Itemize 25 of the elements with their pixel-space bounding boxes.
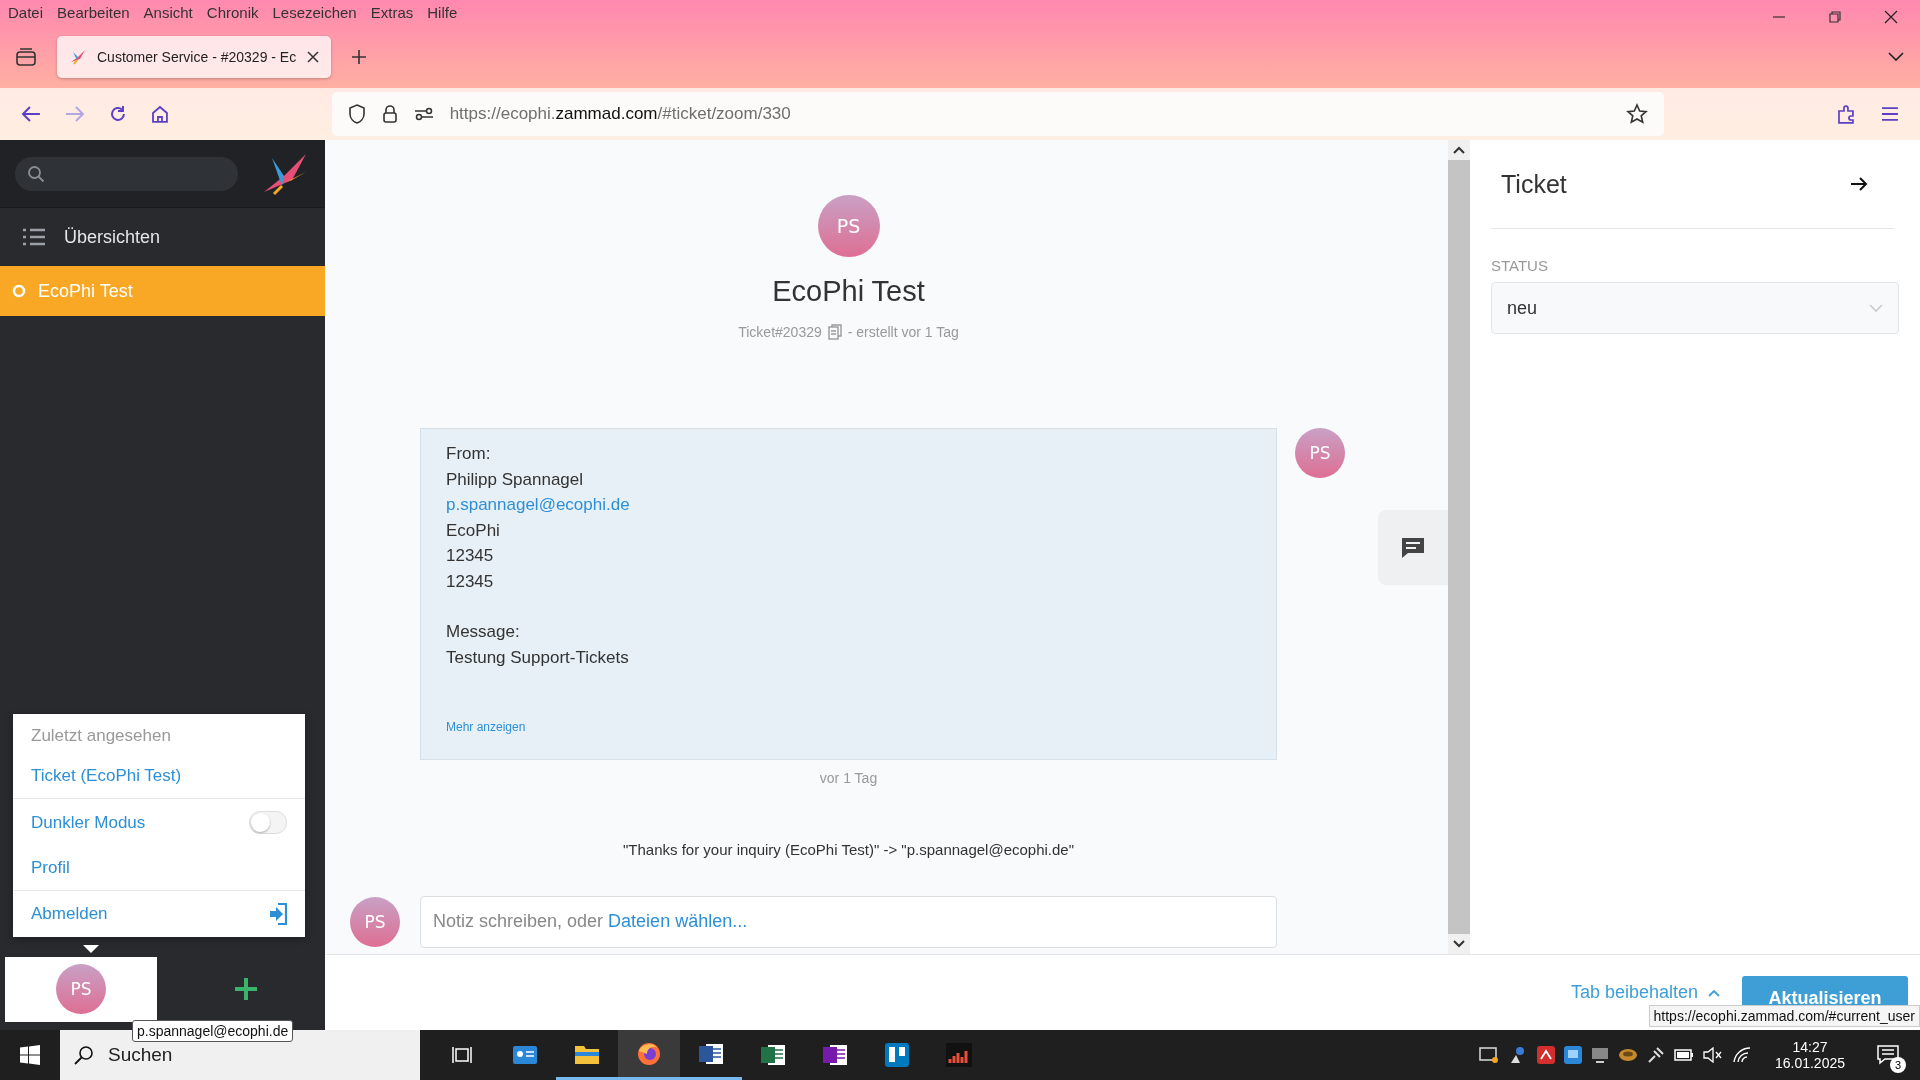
auto-reply-text: "Thanks for your inquiry (EcoPhi Test)" -> "p.spannagel@ecophi.de" — [621, 840, 1076, 858]
ticket-title: EcoPhi Test — [772, 275, 925, 308]
avatar: PS — [1295, 428, 1345, 478]
avatar: PS — [817, 195, 880, 257]
created-text: - erstellt vor 1 Tag — [847, 324, 959, 340]
ticket-number: Ticket#20329 — [738, 324, 822, 340]
article-time: vor 1 Tag — [818, 769, 879, 786]
notification-count: 3 — [1890, 1057, 1906, 1073]
article-line: Testung Support-Tickets — [446, 646, 629, 669]
avatar: PS — [350, 896, 400, 947]
article-line: EcoPhi — [446, 519, 500, 542]
article-line: 12345 — [446, 570, 494, 593]
panel-title: Ticket — [1501, 169, 1567, 199]
clock-date: 16.01.2025 — [1774, 1055, 1845, 1071]
field-label: STATUS — [1491, 257, 1549, 274]
article-line: Message: — [446, 621, 520, 643]
article-line: From: — [446, 443, 491, 465]
tooltip: p.spannagel@ecophi.de — [132, 1020, 294, 1042]
clock-time: 14:27 — [1792, 1039, 1828, 1055]
avatar: PS — [56, 964, 106, 1014]
menu-heading: Zuletzt angesehen — [30, 725, 172, 747]
link-preview-tooltip: https://ecophi.zammad.com/#current_user — [1648, 1005, 1920, 1027]
url-text: https://ecophi.zammad.com/#ticket/zoom/330 — [449, 104, 791, 124]
article-line: 12345 — [446, 545, 494, 567]
article-line: Philipp Spannagel — [446, 468, 584, 491]
